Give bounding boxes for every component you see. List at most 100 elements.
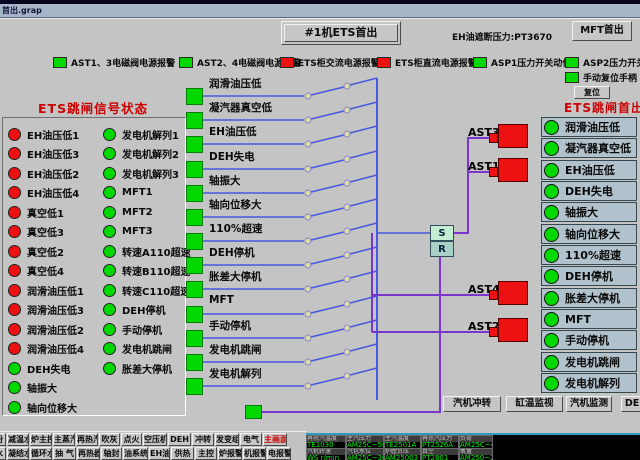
logic-input-lamp [186,306,203,323]
first-out-label: MFT [565,313,591,326]
status-lamp [544,355,559,370]
status-lamp [544,205,559,220]
taskbar-btn-gland-seal[interactable]: 轴封 [101,447,122,460]
status-cell: 负荷AM25C~43 [459,435,493,449]
first-out-label: 胀差大停机 [565,290,620,306]
first-out-label: 110%超速 [565,247,621,263]
latch-reset-box: R [430,241,454,257]
nav-deh-button[interactable]: DEH [621,396,640,412]
taskbar-btn-electrical-alarm[interactable]: 电报警 [267,447,291,460]
status-lamp [544,184,559,199]
logic-input-lamp [186,161,203,178]
reset-input-lamp [245,405,262,419]
taskbar-btn-circwater[interactable]: 循环水 [30,447,52,460]
first-out-label: 轴向位移大 [565,226,620,242]
taskbar-btn-reheater[interactable]: 再热器 [77,447,100,460]
taskbar-btn-rolling[interactable]: 冲转 [192,433,214,446]
first-out-label: 凝汽器真空低 [565,140,631,156]
status-lamp [544,269,559,284]
logic-input-label: 胀差大停机 [209,269,262,284]
status-cell: 汽机转速WS r/min [306,448,346,460]
first-out-row: 胀差大停机 [541,288,637,308]
ast3-valve-box [498,124,528,148]
ast3-connector [489,133,498,143]
taskbar-btn-eh-oil[interactable]: EH油 [149,447,170,460]
taskbar-btn-oil-system[interactable]: 油系统 [123,447,148,460]
status-value: AM25003 [385,455,420,460]
first-out-row: DEH停机 [541,266,637,286]
taskbar-btn-electrical[interactable]: 电气 [240,433,262,446]
nav-turbine-rolling-button[interactable]: 汽机冲转 [443,396,501,412]
first-out-row: 手动停机 [541,330,637,350]
status-cell: 主汽温度TE2501A [384,435,421,449]
status-lamp [544,333,559,348]
logic-input-lamp [186,185,203,202]
ast2-connector [489,327,498,337]
first-out-row: 润滑油压低 [541,117,637,137]
taskbar-btn-main-screen[interactable]: 主画面 [263,433,287,446]
logic-input-label: DEH失电 [209,149,255,164]
nav-turbine-monitor-button[interactable]: 汽机监测 [566,396,612,412]
logic-input-lamp [186,136,203,153]
taskbar-btn-feedwater[interactable]: 给水 [0,447,6,460]
status-lamp [544,141,559,156]
logic-input-label: 110%超速 [209,221,262,236]
taskbar-btn-reheat-steam[interactable]: 再热汽 [76,433,98,446]
first-out-row: DEH失电 [541,181,637,201]
first-out-row: 轴振大 [541,202,637,222]
taskbar-btn-boiler-master[interactable]: 炉主控 [30,433,52,446]
first-out-row: 110%超速 [541,245,637,265]
status-lamp [544,163,559,178]
logic-input-label: 发电机跳闸 [209,342,262,357]
first-out-row: EH油压低 [541,160,637,180]
nav-cylinder-temp-button[interactable]: 缸温监视 [506,396,563,412]
status-value: PT2801 [422,455,458,460]
ast4-valve-box [498,281,528,305]
logic-input-label: 发电机解列 [209,366,262,381]
logic-input-lamp [186,281,203,298]
taskbar-btn-air-compressor[interactable]: 空压机 [143,433,167,446]
taskbar-btn-gen-transformer[interactable]: 发变组 [215,433,239,446]
logic-input-label: EH油压低 [209,124,256,139]
first-out-row: MFT [541,309,637,329]
taskbar-btn-desuperheat[interactable]: 减温水 [7,433,29,446]
ast1-connector [489,167,498,177]
logic-input-lamp [186,354,203,371]
first-out-label: 轴振大 [565,204,598,220]
taskbar-btn-heating[interactable]: 供热 [171,447,194,460]
logic-input-lamp [186,233,203,250]
status-lamp [544,227,559,242]
taskbar-btn-boiler-alarm[interactable]: 炉报警 [218,447,242,460]
ast2-valve-box [498,318,528,342]
taskbar-btn-main-control[interactable]: 主控 [195,447,217,460]
logic-input-lamp [186,88,203,105]
logic-input-label: 轴向位移大 [209,197,262,212]
first-out-row: 发电机跳闸 [541,352,637,372]
first-out-row: 发电机解列 [541,373,637,393]
logic-input-lamp [186,378,203,395]
logic-input-label: 凝汽器真空低 [209,100,272,115]
process-values-panel: 再热汽温度TE1030 主汽压力AM25C~50 主汽温度TE2501A 再热汽… [306,433,640,460]
taskbar-btn-main-steam[interactable]: 主蒸汽 [53,433,75,446]
ast4-connector [489,290,498,300]
status-lamp [544,291,559,306]
status-lamp [544,248,559,263]
status-cell: 主汽压力AM25C~50 [346,435,384,449]
ets-hmi-screen: 首出.grap #1机ETS首出 MFT首出 EH油遮断压力:PT3670 AS… [0,0,640,460]
taskbar-btn-extraction[interactable]: 抽 气 [53,447,76,460]
status-lamp [544,120,559,135]
first-out-label: DEH失电 [565,183,613,199]
taskbar-btn-pulverizer[interactable]: 制粉 [0,433,6,446]
status-value: WS r/min [307,455,345,460]
taskbar-btn-deh[interactable]: DEH [168,433,191,446]
taskbar-btn-turbine-alarm[interactable]: 机报警 [243,447,266,460]
status-cell: 汽包水位AM25C~30 [346,448,384,460]
first-out-row: 凝汽器真空低 [541,138,637,158]
status-cell: 再热汽压力PT2526A [421,435,459,449]
ast1-valve-box [498,158,528,182]
first-out-label: EH油压低 [565,162,615,178]
logic-input-label: MFT [209,294,234,306]
taskbar-btn-ignition[interactable]: 点火 [121,433,142,446]
taskbar-btn-sootblow[interactable]: 吹灰 [99,433,120,446]
taskbar-btn-condensate[interactable]: 凝结水 [7,447,29,460]
